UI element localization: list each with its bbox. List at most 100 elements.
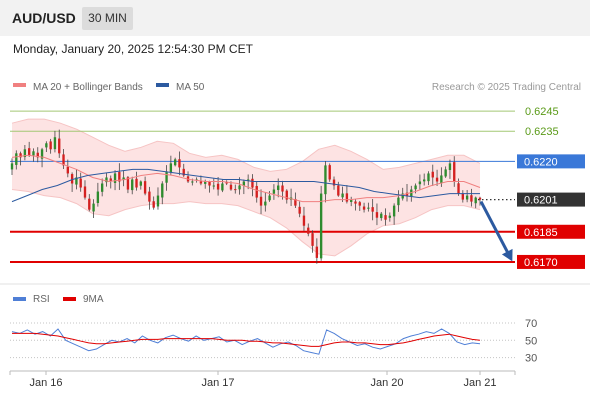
candle-down: [225, 180, 228, 186]
support-value-badge: [517, 224, 585, 239]
candle-up: [165, 165, 168, 191]
candle-down: [384, 208, 387, 226]
candle-body: [397, 197, 400, 206]
candle-up: [397, 190, 400, 212]
candle-down: [315, 238, 319, 264]
candle-body: [259, 196, 263, 206]
candle-down: [182, 163, 185, 177]
candle-down: [337, 181, 340, 197]
candle-body: [19, 153, 22, 158]
candle-body: [79, 178, 82, 188]
candle-down: [62, 148, 65, 170]
candle-body: [100, 183, 104, 192]
candle-down: [79, 172, 82, 192]
candle-down: [453, 156, 456, 187]
candle-down: [332, 176, 336, 190]
candle-body: [10, 163, 14, 170]
rsi-legend-label: 9MA: [83, 294, 104, 305]
candle-down: [457, 178, 460, 196]
candle-body: [289, 197, 293, 200]
current-price-badge: [517, 192, 585, 207]
candle-up: [45, 141, 48, 152]
candle-down: [311, 230, 314, 253]
candle-up: [238, 177, 241, 195]
candle-up: [191, 178, 194, 186]
candle-down: [375, 203, 379, 226]
legend-swatch: [156, 83, 169, 87]
candle-down: [208, 180, 211, 193]
candle-body: [401, 193, 404, 199]
candle-up: [289, 188, 293, 207]
forecast-arrow: [479, 200, 512, 258]
candle-body: [152, 201, 155, 208]
candle-body: [216, 183, 220, 190]
candle-body: [444, 169, 447, 177]
candle-down: [49, 138, 52, 154]
candle-up: [32, 148, 35, 162]
candle-up: [122, 170, 125, 187]
candle-body: [388, 215, 392, 218]
rsi-legend-label: RSI: [33, 294, 50, 305]
candle-down: [251, 174, 254, 197]
candle-down: [83, 180, 87, 200]
candle-body: [131, 179, 134, 191]
candle-body: [298, 206, 301, 214]
candle-body: [148, 191, 151, 202]
candle-body: [328, 165, 331, 180]
candle-down: [70, 172, 74, 192]
candle-down: [328, 163, 331, 182]
candle-up: [131, 176, 134, 195]
candle-down: [259, 189, 263, 214]
candle-body: [225, 181, 228, 184]
candle-body: [268, 195, 271, 201]
candle-down: [345, 185, 349, 204]
candle-body: [354, 201, 357, 204]
candle-body: [88, 198, 91, 210]
candle-body: [350, 199, 353, 202]
pivot-value-badge: [517, 154, 585, 169]
candle-body: [118, 172, 121, 182]
candle-up: [173, 157, 177, 167]
candle-up: [264, 192, 267, 212]
resistance-value-label: 0.6245: [525, 106, 559, 118]
candle-down: [358, 200, 361, 211]
candle-body: [36, 152, 39, 158]
candle-up: [448, 159, 452, 179]
candle-up: [92, 199, 95, 218]
candle-body: [242, 181, 246, 186]
candle-body: [161, 183, 164, 198]
candle-body: [285, 190, 288, 200]
candle-body: [199, 181, 203, 184]
candle-body: [345, 193, 349, 202]
bollinger-band-fill: [12, 119, 480, 256]
candle-down: [478, 196, 482, 206]
candle-down: [58, 129, 61, 158]
candle-up: [418, 174, 422, 190]
forecast-arrow-head: [501, 248, 513, 262]
candle-up: [474, 196, 477, 209]
candle-up: [414, 183, 417, 194]
candle-body: [448, 163, 452, 171]
candle-down: [135, 171, 138, 191]
candle-body: [62, 154, 65, 166]
timeframe-button[interactable]: 30 MIN: [82, 7, 133, 30]
candle-down: [19, 151, 22, 166]
support-value-badge: [517, 254, 585, 269]
candle-down: [302, 206, 306, 231]
rsi-tick-label: 70: [525, 318, 537, 330]
candle-down: [36, 147, 39, 163]
bollinger-lower-line: [11, 189, 481, 257]
candle-body: [143, 181, 147, 194]
candle-up: [268, 191, 271, 202]
legend-label: MA 50: [176, 82, 205, 93]
candle-body: [371, 207, 374, 212]
candle-body: [358, 202, 361, 206]
candle-body: [23, 149, 27, 157]
candle-up: [440, 167, 443, 187]
candle-body: [367, 207, 370, 209]
candle-down: [27, 141, 31, 157]
candle-up: [113, 170, 117, 191]
candle-up: [277, 178, 280, 198]
candle-body: [457, 183, 460, 194]
candle-body: [83, 186, 87, 198]
